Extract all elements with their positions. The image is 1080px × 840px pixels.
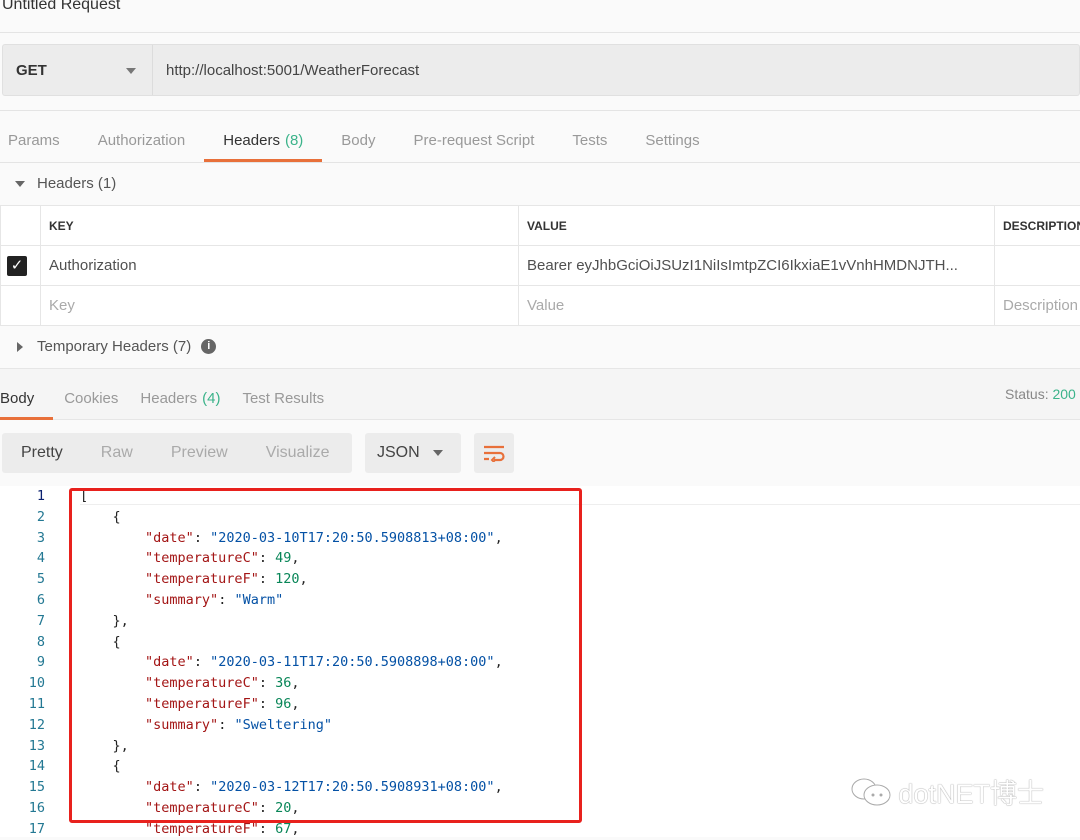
format-select[interactable]: JSON	[365, 433, 461, 473]
column-value: VALUE	[519, 206, 995, 246]
column-description: DESCRIPTION	[995, 206, 1080, 246]
info-icon[interactable]: i	[201, 339, 216, 354]
table-row: ✓ Authorization Bearer eyJhbGciOiJSUzI1N…	[1, 246, 1080, 286]
divider	[0, 162, 1080, 163]
temporary-headers-toggle[interactable]: Temporary Headers (7) i	[17, 338, 216, 355]
description-cell[interactable]	[995, 246, 1080, 286]
format-label: JSON	[377, 444, 420, 462]
tab-pre-request-script[interactable]: Pre-request Script	[395, 118, 554, 162]
line-number: 13	[0, 736, 45, 757]
line-number: 15	[0, 777, 45, 798]
tab-count: (4)	[202, 390, 220, 407]
tab-test-results[interactable]: Test Results	[231, 376, 335, 420]
json-punct: :	[259, 821, 275, 837]
tab-params[interactable]: Params	[0, 118, 79, 162]
divider	[0, 32, 1080, 33]
tab-label: Body	[0, 390, 34, 407]
line-number: 4	[0, 548, 45, 569]
line-number: 16	[0, 798, 45, 819]
line-number: 5	[0, 569, 45, 590]
request-title: Untitled Request	[2, 0, 120, 14]
tab-label: Body	[341, 132, 375, 149]
view-raw[interactable]: Raw	[82, 444, 152, 462]
row-checkbox[interactable]: ✓	[7, 256, 27, 276]
view-pretty[interactable]: Pretty	[2, 444, 82, 462]
tab-tests[interactable]: Tests	[553, 118, 626, 162]
status-label: Status:	[1005, 386, 1049, 402]
json-punct	[80, 821, 145, 837]
line-number: 9	[0, 652, 45, 673]
value-input[interactable]: Value	[519, 286, 995, 326]
tab-label: Params	[8, 132, 60, 149]
line-number: 7	[0, 611, 45, 632]
tab-cookies[interactable]: Cookies	[53, 376, 129, 420]
table-header-row: KEY VALUE DESCRIPTION	[1, 206, 1080, 246]
chevron-down-icon	[126, 68, 136, 74]
request-tabs: Params Authorization Headers (8) Body Pre…	[0, 118, 719, 162]
tab-label: Settings	[645, 132, 699, 149]
caret-down-icon	[15, 181, 25, 187]
watermark-text: dotNET博士	[898, 772, 1044, 811]
method-select[interactable]: GET	[3, 45, 153, 95]
wrap-lines-button[interactable]	[474, 433, 514, 473]
key-cell[interactable]: Authorization	[41, 246, 519, 286]
chevron-down-icon	[433, 450, 443, 456]
caret-right-icon	[17, 342, 23, 352]
view-mode-selector: Pretty Raw Preview Visualize	[2, 433, 352, 473]
tab-label: Cookies	[64, 390, 118, 407]
line-number: 3	[0, 528, 45, 549]
tab-settings[interactable]: Settings	[626, 118, 718, 162]
value-cell[interactable]: Bearer eyJhbGciOiJSUzI1NiIsImtpZCI6Ikxia…	[519, 246, 995, 286]
method-label: GET	[16, 62, 47, 79]
tab-label: Authorization	[98, 132, 186, 149]
description-input[interactable]: Description	[995, 286, 1080, 326]
table-row-new: Key Value Description	[1, 286, 1080, 326]
column-key: KEY	[41, 206, 519, 246]
tab-body[interactable]: Body	[322, 118, 394, 162]
checkbox-column	[1, 206, 41, 246]
tab-label: Pre-request Script	[414, 132, 535, 149]
tab-headers[interactable]: Headers (8)	[204, 118, 322, 162]
tab-label: Headers	[140, 390, 197, 407]
wechat-icon	[850, 777, 892, 807]
line-number: 8	[0, 632, 45, 653]
url-input[interactable]: http://localhost:5001/WeatherForecast	[153, 45, 419, 95]
view-preview[interactable]: Preview	[152, 444, 247, 462]
section-label: Headers (1)	[37, 175, 116, 192]
line-number: 6	[0, 590, 45, 611]
line-number: 2	[0, 507, 45, 528]
line-number: 14	[0, 756, 45, 777]
divider	[0, 110, 1080, 111]
highlight-box	[69, 488, 582, 823]
status-indicator: Status: 200	[1005, 386, 1076, 402]
headers-section-toggle[interactable]: Headers (1)	[15, 175, 116, 192]
wrap-icon	[483, 444, 505, 462]
status-code: 200	[1052, 386, 1075, 402]
view-visualize[interactable]: Visualize	[247, 444, 349, 462]
headers-table: KEY VALUE DESCRIPTION ✓ Authorization Be…	[0, 205, 1080, 326]
line-number: 12	[0, 715, 45, 736]
tab-response-body[interactable]: Body	[0, 376, 53, 420]
json-key: "temperatureF"	[145, 821, 259, 837]
tab-label: Headers	[223, 132, 280, 149]
tab-count: (8)	[285, 132, 303, 149]
line-number: 10	[0, 673, 45, 694]
tab-response-headers[interactable]: Headers (4)	[129, 376, 231, 420]
tab-label: Test Results	[242, 390, 324, 407]
line-number: 1	[0, 486, 45, 507]
tab-authorization[interactable]: Authorization	[79, 118, 205, 162]
line-number: 11	[0, 694, 45, 715]
json-number: 67	[275, 821, 291, 837]
section-label: Temporary Headers (7)	[37, 338, 191, 355]
url-bar: GET http://localhost:5001/WeatherForecas…	[2, 44, 1080, 96]
tab-label: Tests	[572, 132, 607, 149]
response-tabs: Body Cookies Headers (4) Test Results	[0, 376, 335, 420]
json-punct: ,	[291, 821, 299, 837]
key-input[interactable]: Key	[41, 286, 519, 326]
watermark: dotNET博士	[850, 772, 1044, 811]
